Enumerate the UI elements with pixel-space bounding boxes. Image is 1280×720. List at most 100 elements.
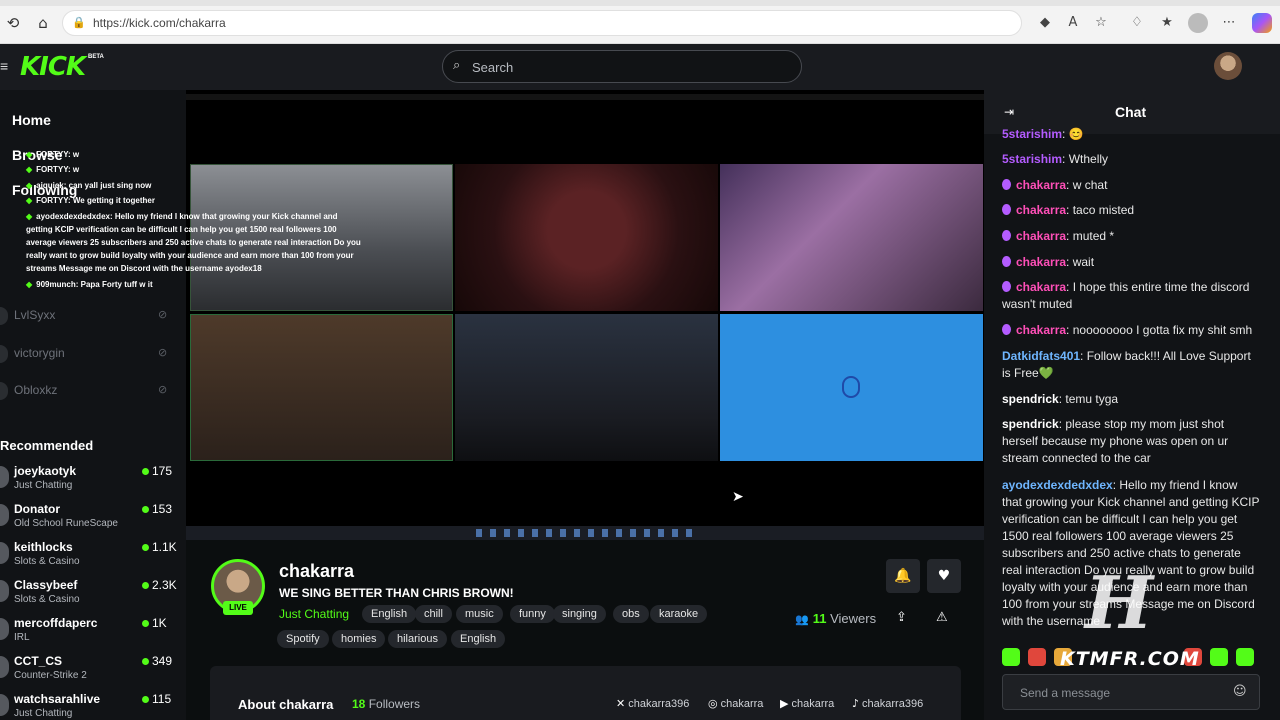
channel-name[interactable]: chakarra — [279, 561, 354, 582]
favorites-bar-icon[interactable]: ★ — [1158, 14, 1176, 32]
chat-username[interactable]: chakarra — [1016, 178, 1066, 192]
recommended-channel[interactable]: mercoffdaperc IRL 1K — [0, 614, 186, 650]
social-link-x[interactable]: ✕ chakarra396 — [616, 697, 689, 710]
collections-icon[interactable]: ♢ — [1128, 14, 1146, 32]
viewer-count: 1.1K — [152, 540, 177, 554]
chat-username[interactable]: spendrick — [1002, 417, 1059, 431]
tag[interactable]: Spotify — [277, 630, 329, 648]
live-dot — [142, 620, 149, 627]
discord-avatar-icon — [842, 376, 860, 398]
menu-icon[interactable]: ≡ — [0, 58, 8, 74]
home-icon[interactable]: ⌂ — [34, 14, 52, 32]
stream-info: LIVE chakarra WE SING BETTER THAN CHRIS … — [186, 540, 984, 720]
chat-title: Chat — [1115, 104, 1147, 120]
emoji-picker-icon[interactable]: ☺ — [1233, 684, 1247, 699]
recommended-channel[interactable]: CCT_CS Counter-Strike 2 349 — [0, 652, 186, 688]
viewer-count: 1K — [152, 616, 167, 630]
tag[interactable]: obs — [613, 605, 649, 623]
video-player[interactable] — [186, 90, 984, 540]
channel-category: Just Chatting — [14, 708, 73, 719]
overlay-chat-line: ◆ FORTYY: w — [26, 150, 80, 159]
tag[interactable]: homies — [332, 630, 386, 648]
search-input[interactable]: ⌕ Search — [442, 50, 802, 83]
tag[interactable]: music — [456, 605, 503, 623]
chat-message: spendrick: please stop my mom just shot … — [1002, 417, 1229, 465]
tag[interactable]: karaoke — [650, 605, 708, 623]
favorite-icon[interactable]: ☆ — [1092, 14, 1110, 32]
chat-text: temu tyga — [1065, 392, 1119, 406]
emote-icon[interactable] — [1002, 648, 1020, 666]
tag[interactable]: English — [451, 630, 506, 648]
search-icon: ⌕ — [453, 58, 461, 73]
back-icon[interactable]: ⟲ — [4, 14, 22, 32]
chat-text: Wthelly — [1068, 152, 1109, 166]
share-icon[interactable]: ⇪ — [896, 610, 907, 625]
recommended-channel[interactable]: keithlocks Slots & Casino 1.1K — [0, 538, 186, 574]
copilot-icon[interactable] — [1252, 13, 1272, 33]
channel-avatar — [0, 694, 9, 716]
channel-name: Donator — [14, 502, 60, 516]
beta-badge: BETA — [88, 54, 104, 60]
chat-username[interactable]: chakarra — [1016, 203, 1066, 217]
recommended-channel[interactable]: Classybeef Slots & Casino 2.3K — [0, 576, 186, 612]
chat-username[interactable]: 5starishim — [1002, 127, 1062, 141]
channel-avatar — [0, 618, 9, 640]
extension-icon[interactable]: ◆ — [1036, 14, 1054, 32]
chat-username[interactable]: chakarra — [1016, 280, 1066, 294]
chat-username[interactable]: ayodexdexdedxdex — [1002, 478, 1113, 492]
emote-icon[interactable] — [1210, 648, 1228, 666]
channel-avatar — [0, 504, 9, 526]
emote-icon[interactable] — [1236, 648, 1254, 666]
emote-icon[interactable] — [1028, 648, 1046, 666]
follow-heart-icon[interactable]: ♥ — [927, 559, 961, 593]
stream-category[interactable]: Just Chatting — [279, 607, 349, 621]
recommended-channel[interactable]: joeykaotyk Just Chatting 175 — [0, 462, 186, 498]
chat-username[interactable]: chakarra — [1016, 229, 1066, 243]
tag[interactable]: English — [362, 605, 417, 623]
report-icon[interactable]: ⚠ — [936, 610, 948, 625]
recommended-channel[interactable]: watchsarahlive Just Chatting 115 — [0, 690, 186, 720]
social-link-instagram[interactable]: ◎ chakarra — [708, 697, 763, 710]
browser-toolbar: ⟲ ⌂ 🔒 https://kick.com/chakarra ◆ A ☆ ♢ … — [0, 0, 1280, 44]
chat-input[interactable]: Send a message ☺ — [1002, 674, 1260, 710]
stream-taskbar — [186, 526, 984, 540]
recommended-channel[interactable]: Donator Old School RuneScape 153 — [0, 500, 186, 536]
followed-channel[interactable]: Obloxkz ⊘ — [0, 380, 186, 402]
profile-icon[interactable] — [1188, 13, 1208, 33]
overlay-badge-icon: ◆ — [26, 165, 33, 174]
address-bar[interactable]: 🔒 https://kick.com/chakarra — [62, 10, 1022, 36]
webcam-tile-placeholder — [720, 314, 983, 461]
search-placeholder: Search — [472, 60, 514, 75]
chat-username[interactable]: Datkidfats401 — [1002, 349, 1080, 363]
overlay-chat-line: getting KCIP verification can be difficu… — [26, 225, 337, 234]
live-dot — [142, 468, 149, 475]
lock-icon: 🔒 — [72, 16, 86, 29]
chat-username[interactable]: 5starishim — [1002, 152, 1062, 166]
social-link-tiktok[interactable]: ♪ chakarra396 — [852, 697, 923, 710]
more-icon[interactable]: ⋯ — [1220, 14, 1238, 32]
kick-logo[interactable]: KICK — [20, 52, 86, 82]
channel-avatar — [0, 580, 9, 602]
chat-input-placeholder: Send a message — [1020, 686, 1111, 700]
chat-text: 😊 — [1068, 127, 1084, 141]
channel-category: Just Chatting — [14, 480, 73, 491]
overlay-chat-line: really want to grow build loyalty with y… — [26, 251, 354, 260]
chat-text: taco misted — [1072, 203, 1135, 217]
followed-channel[interactable]: victorygin ⊘ — [0, 343, 186, 365]
followed-channel[interactable]: LvlSyxx ⊘ — [0, 305, 186, 327]
chat-username[interactable]: spendrick — [1002, 392, 1059, 406]
read-aloud-icon[interactable]: A — [1064, 14, 1082, 32]
collapse-chat-icon[interactable]: ⇥ — [1004, 105, 1014, 119]
social-link-youtube[interactable]: ▶ chakarra — [780, 697, 834, 710]
chat-message: chakarra: I hope this entire time the di… — [1002, 280, 1250, 311]
tag[interactable]: hilarious — [388, 630, 447, 648]
tag[interactable]: singing — [553, 605, 606, 623]
user-avatar[interactable] — [1214, 52, 1242, 80]
overlay-chat-line: ◆ 909munch: Papa Forty tuff w it — [26, 280, 153, 289]
tag[interactable]: funny — [510, 605, 555, 623]
chat-username[interactable]: chakarra — [1016, 255, 1066, 269]
notification-bell-icon[interactable]: 🔔 — [886, 559, 920, 593]
sidebar-home[interactable]: Home — [12, 112, 51, 128]
chat-username[interactable]: chakarra — [1016, 323, 1066, 337]
tag[interactable]: chill — [415, 605, 452, 623]
